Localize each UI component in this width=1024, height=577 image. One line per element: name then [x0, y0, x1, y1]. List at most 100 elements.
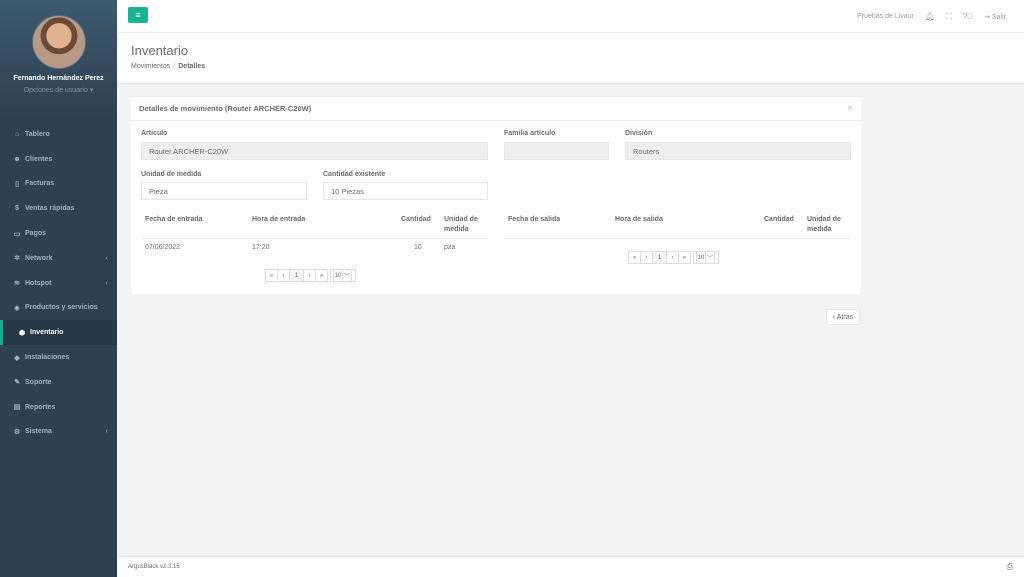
- panel-title: Detalles de movimiento (Router ARCHER-C2…: [131, 97, 861, 121]
- menu-toggle-button[interactable]: ≡: [128, 7, 148, 23]
- articulo-field[interactable]: Router ARCHER-C20W: [141, 142, 488, 160]
- logout-label: Salir: [991, 13, 1006, 21]
- last-page-button[interactable]: »: [678, 251, 691, 264]
- sidebar-item-productos[interactable]: ◈ Productos y servicios: [0, 296, 117, 321]
- unidad-label: Unidad de medida: [141, 171, 202, 178]
- sidebar-item-clientes[interactable]: ☻ Clientes: [0, 147, 117, 172]
- chevron-left-icon: ‹: [105, 279, 108, 287]
- company-name: Pruebas de Livaur: [857, 13, 914, 20]
- file-icon: ▯: [15, 180, 19, 188]
- bell-icon[interactable]: 🔔︎: [925, 12, 935, 21]
- cell-cantidad: 10: [414, 244, 422, 251]
- table-divider: [504, 238, 851, 239]
- breadcrumb-separator: /: [173, 63, 176, 70]
- th-cantidad-entrada: Cantidad: [401, 216, 431, 223]
- table-divider: [141, 238, 488, 239]
- sidebar-item-sistema[interactable]: ⚙ Sistema ‹: [0, 420, 117, 445]
- last-page-button[interactable]: »: [315, 269, 328, 282]
- footer: ArgusBlack v2.3.16 ⎙: [117, 556, 1024, 577]
- network-icon: ✲: [14, 255, 20, 263]
- sign-out-icon: ⇥: [984, 13, 991, 21]
- cell-fecha: 07/06/2022: [145, 244, 181, 251]
- sidebar-item-label: Pagos: [25, 230, 47, 238]
- cell-unidad: pza: [444, 244, 456, 251]
- chevron-left-icon: ‹: [105, 254, 108, 262]
- cell-hora: 17:20: [252, 244, 270, 251]
- cantidad-field[interactable]: 10 Piezas: [323, 182, 488, 200]
- familia-label: Familia artículo: [504, 130, 556, 137]
- printer-icon[interactable]: ⎙: [1007, 562, 1013, 572]
- version-label: ArgusBlack v2.3.16: [128, 564, 180, 570]
- salidas-pagination: « ‹ 1 › » 10 ﹀: [628, 251, 719, 264]
- sidebar-item-soporte[interactable]: ✎ Soporte: [0, 370, 117, 395]
- user-options-dropdown[interactable]: Opciones de usuario ▾: [0, 86, 117, 94]
- cogs-icon: ⚙: [13, 428, 21, 436]
- page-title: Inventario: [131, 43, 189, 58]
- expand-icon[interactable]: ⛶: [946, 12, 952, 22]
- unidad-field[interactable]: Pieza: [141, 182, 307, 200]
- money-icon: ▭: [13, 230, 21, 238]
- sidebar-item-instalaciones[interactable]: ◆ Instalaciones: [0, 345, 117, 370]
- sidebar-item-facturas[interactable]: ▯ Facturas: [0, 172, 117, 197]
- th-unidad-salida: Unidad de medida: [807, 216, 841, 233]
- cubes-icon: ⬢: [18, 329, 26, 337]
- sidebar-item-label: Ventas rápidas: [25, 205, 75, 213]
- breadcrumb-current: Detalles: [178, 63, 206, 70]
- th-unidad-entrada: Unidad de medida: [444, 216, 478, 233]
- sidebar-item-label: Sistema: [25, 428, 52, 436]
- sidebar-item-hotspot[interactable]: ≋ Hotspot ‹: [0, 271, 117, 296]
- sidebar-item-label: Instalaciones: [25, 354, 70, 362]
- articulo-label: Articulo: [141, 130, 168, 137]
- familia-field[interactable]: [504, 142, 609, 160]
- th-cantidad-salida: Cantidad: [764, 216, 794, 223]
- page-size-select[interactable]: 10 ﹀: [693, 251, 719, 264]
- tool-icon: ✎: [14, 379, 20, 387]
- tachometer-icon: ⌂: [14, 130, 20, 138]
- users-icon: ☻: [13, 155, 21, 163]
- sidebar-item-pagos[interactable]: ▭ Pagos: [0, 221, 117, 246]
- dollar-icon: $: [15, 205, 19, 213]
- movement-details-panel: Detalles de movimiento (Router ARCHER-C2…: [131, 96, 861, 294]
- tags-icon: ◈: [14, 304, 20, 312]
- chevron-left-icon: ‹: [105, 428, 108, 436]
- profile-block: Fernando Hernández Perez Opciones de usu…: [0, 0, 117, 118]
- page-heading: Inventario Movimientos / Detalles: [117, 33, 1024, 84]
- sidebar-item-label: Productos y servicios: [25, 304, 98, 312]
- sidebar-item-label: Inventario: [30, 329, 64, 337]
- sidebar-item-reportes[interactable]: ▤ Reportes: [0, 395, 117, 420]
- logout-link[interactable]: ⇥ Salir: [984, 13, 1006, 21]
- sidebar-item-tablero[interactable]: ⌂ Tablero: [0, 122, 117, 147]
- avatar[interactable]: [31, 15, 86, 69]
- sidebar-item-label: Facturas: [25, 180, 55, 188]
- th-fecha-entrada: Fecha de entrada: [145, 216, 203, 223]
- entradas-pagination: « ‹ 1 › » 10 ﹀: [265, 269, 356, 282]
- back-button[interactable]: ‹ Atras: [826, 309, 860, 325]
- breadcrumb-movimientos[interactable]: Movimientos: [131, 63, 170, 70]
- sidebar-item-label: Clientes: [25, 155, 53, 163]
- topbar-right: Pruebas de Livaur 🔔︎ ⛶ ?⃝ ⇥ Salir: [857, 0, 1006, 33]
- sidebar-item-inventario[interactable]: ⬢ Inventario: [0, 320, 117, 346]
- topbar: ≡ Pruebas de Livaur 🔔︎ ⛶ ?⃝ ⇥ Salir: [117, 0, 1024, 33]
- sidebar-item-ventas-rapidas[interactable]: $ Ventas rápidas: [0, 196, 117, 221]
- chevron-down-icon: ﹀: [342, 269, 352, 282]
- user-name: Fernando Hernández Perez: [13, 75, 104, 82]
- division-field[interactable]: Routers: [625, 142, 851, 160]
- sidebar-item-label: Tablero: [25, 130, 50, 138]
- page-number-button[interactable]: 1: [289, 269, 304, 282]
- close-icon[interactable]: ×: [847, 103, 853, 114]
- sidebar: Fernando Hernández Perez Opciones de usu…: [0, 0, 117, 577]
- th-fecha-salida: Fecha de salida: [508, 216, 561, 223]
- help-icon[interactable]: ?⃝: [963, 12, 973, 21]
- page-size-select[interactable]: 10 ﹀: [330, 269, 356, 282]
- page-number-button[interactable]: 1: [652, 251, 667, 264]
- sidebar-item-network[interactable]: ✲ Network ‹: [0, 246, 117, 271]
- sidebar-nav: ⌂ Tablero ☻ Clientes ▯ Facturas $ Ventas ráp…: [0, 122, 117, 444]
- sidebar-item-label: Reportes: [25, 403, 56, 411]
- sidebar-item-label: Hotspot: [25, 279, 52, 287]
- hamburger-icon: ≡: [135, 10, 141, 20]
- th-hora-entrada: Hora de entrada: [252, 216, 306, 223]
- sidebar-item-label: Network: [25, 254, 53, 262]
- wifi-icon: ≋: [14, 280, 20, 288]
- cantidad-label: Cantidad existente: [323, 171, 386, 178]
- wrench-icon: ◆: [14, 354, 20, 362]
